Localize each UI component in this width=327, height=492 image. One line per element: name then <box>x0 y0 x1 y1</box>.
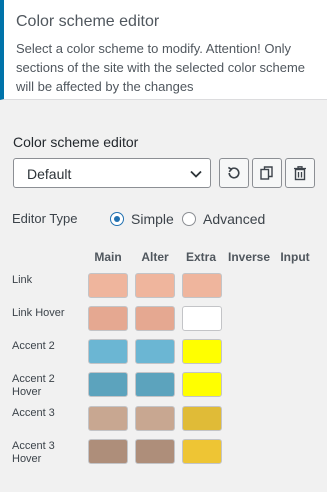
reset-icon <box>227 166 240 179</box>
section-title: Color scheme editor <box>13 134 139 150</box>
panel-title: Color scheme editor <box>16 13 160 30</box>
row-label-link-hover: Link Hover <box>12 307 65 319</box>
panel-description: Select a color scheme to modify. Attenti… <box>16 41 306 94</box>
radio-unchecked-icon[interactable] <box>182 212 196 226</box>
editor-type-advanced-label: Advanced <box>203 211 266 227</box>
swatch-accent-3-hover-extra[interactable] <box>182 439 222 464</box>
editor-type-simple-radio[interactable]: Simple <box>110 211 174 227</box>
swatch-link-alter[interactable] <box>135 273 175 298</box>
copy-icon <box>260 166 273 180</box>
delete-button[interactable] <box>285 158 315 188</box>
swatch-accent-2-alter[interactable] <box>135 339 175 364</box>
column-header-extra: Extra <box>185 250 217 264</box>
row-label-accent-2-hover: Accent 2 Hover <box>12 373 55 398</box>
swatch-accent-2-main[interactable] <box>88 339 128 364</box>
editor-type-advanced-radio[interactable]: Advanced <box>182 211 265 227</box>
swatch-link-hover-alter[interactable] <box>135 306 175 331</box>
swatch-link-main[interactable] <box>88 273 128 298</box>
radio-checked-icon[interactable] <box>110 212 124 226</box>
column-header-main: Main <box>94 250 122 264</box>
column-header-inverse: Inverse <box>227 250 271 264</box>
editor-type-label: Editor Type <box>12 211 78 226</box>
copy-button[interactable] <box>252 158 282 188</box>
swatch-accent-3-alter[interactable] <box>135 406 175 431</box>
swatch-accent-2-hover-main[interactable] <box>88 372 128 397</box>
color-scheme-select-value: Default <box>27 166 72 182</box>
color-scheme-select[interactable]: Default <box>13 158 211 188</box>
swatch-accent-3-extra[interactable] <box>182 406 222 431</box>
column-header-alter: Alter <box>141 250 169 264</box>
swatch-accent-2-hover-extra[interactable] <box>182 372 222 397</box>
chevron-down-icon <box>190 170 202 178</box>
swatch-link-hover-main[interactable] <box>88 306 128 331</box>
swatch-accent-2-extra[interactable] <box>182 339 222 364</box>
swatch-accent-2-hover-alter[interactable] <box>135 372 175 397</box>
row-label-accent-3-hover: Accent 3 Hover <box>12 440 55 465</box>
row-label-accent-3: Accent 3 <box>12 407 55 419</box>
row-label-accent-2: Accent 2 <box>12 340 55 352</box>
swatch-link-extra[interactable] <box>182 273 222 298</box>
swatch-link-hover-extra[interactable] <box>182 306 222 331</box>
panel-header: Color scheme editor Select a color schem… <box>0 0 327 100</box>
swatch-accent-3-hover-alter[interactable] <box>135 439 175 464</box>
swatch-accent-3-hover-main[interactable] <box>88 439 128 464</box>
editor-type-simple-label: Simple <box>131 211 174 227</box>
reset-button[interactable] <box>219 158 249 188</box>
swatch-accent-3-main[interactable] <box>88 406 128 431</box>
column-header-input: Input <box>280 250 310 264</box>
row-label-link: Link <box>12 274 33 286</box>
trash-icon <box>294 166 306 181</box>
